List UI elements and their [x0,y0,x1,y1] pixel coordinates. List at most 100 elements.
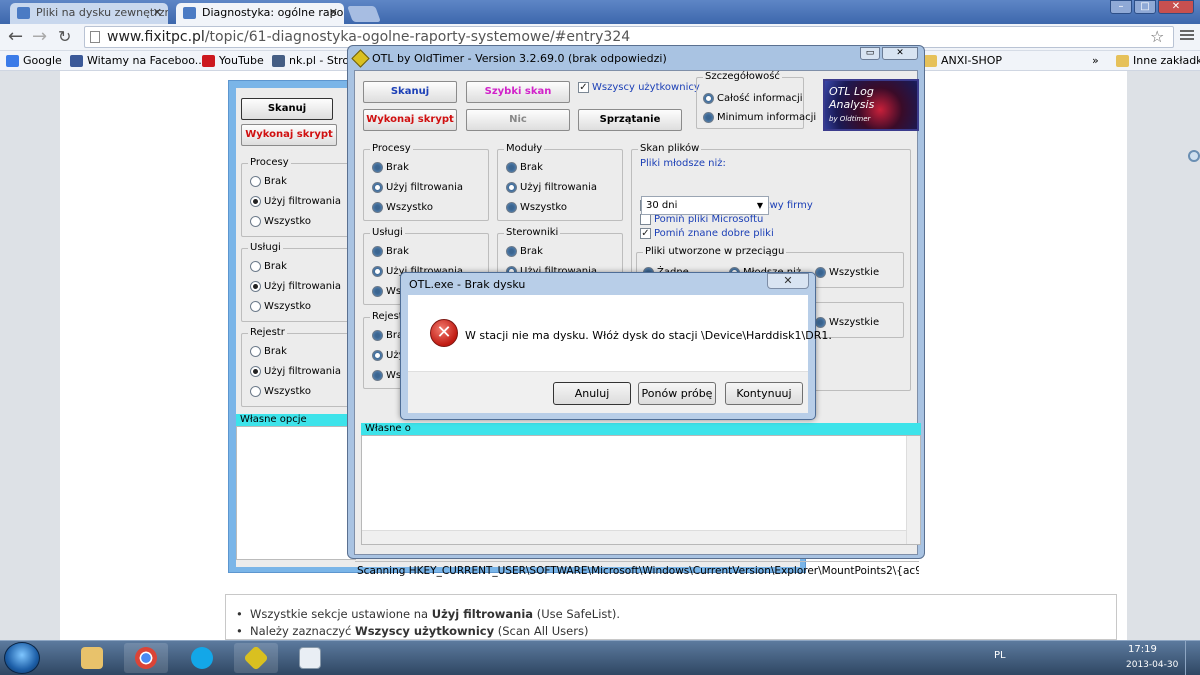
custom-scan-area[interactable] [236,426,356,560]
group-legend: Moduły [504,143,545,155]
radio-option[interactable]: Użyj filtrowania [250,366,341,378]
clock-date[interactable]: 2013-04-30 [1126,660,1178,670]
none-button[interactable]: Nic [466,109,570,131]
otl-log-analysis-logo[interactable]: OTL Log Analysis by Oldtimer [823,79,919,131]
forward-arrow-icon[interactable]: → [32,27,47,47]
close-icon[interactable]: ✕ [767,273,809,289]
group-legend: Usługi [370,227,405,239]
skip-good-files-checkbox[interactable]: ✓ Pomiń znane dobre pliki [640,228,774,240]
explorer-taskbar-icon[interactable] [70,643,114,673]
tab-label: Pliki na dysku zewnętrzny [36,6,168,19]
back-arrow-icon[interactable]: ← [8,27,23,47]
radio-icon [250,176,261,187]
radio-full-info[interactable]: Całość informacji [703,93,803,105]
custom-options-textarea[interactable] [361,435,921,545]
select-value: 30 dni [646,200,678,211]
close-icon[interactable]: ✕ [1158,0,1194,14]
run-script-button[interactable]: Wykonaj skrypt [363,109,457,131]
scroll-marker-icon [1188,150,1200,162]
radio-icon [372,182,383,193]
radio-option[interactable]: Brak [250,261,287,273]
radio-option[interactable]: Brak [506,162,543,174]
note-bold: Użyj filtrowania [431,607,534,621]
radio-option[interactable]: Brak [250,346,287,358]
chrome-taskbar-icon[interactable] [124,643,168,673]
show-desktop-button[interactable] [1185,640,1200,675]
run-script-button[interactable]: Wykonaj skrypt [241,124,337,146]
list-item: Należy zaznaczyć Wszyscy użytkownicy (Sc… [236,624,589,638]
note-text: (Scan All Users) [494,624,589,638]
radio-option[interactable]: Brak [372,246,409,258]
scan-button[interactable]: Skanuj [363,81,457,103]
radio-option[interactable]: Brak [250,176,287,188]
skip-microsoft-checkbox[interactable]: Pomiń pliki Microsoftu [640,214,763,226]
radio-option[interactable]: Wszystkie [815,317,879,329]
otl-taskbar-icon[interactable] [234,643,278,673]
checkbox-checked-icon: ✓ [640,228,651,239]
tab-diagnostyka[interactable]: Diagnostyka: ogólne rapo ✕ [176,3,344,24]
bookmark-star-icon[interactable]: ☆ [1150,27,1164,46]
tab-close-icon[interactable]: ✕ [329,3,338,22]
menu-icon[interactable] [1180,28,1194,42]
radio-option[interactable]: Wszystko [506,202,567,214]
bookmark-youtube[interactable]: YouTube [202,54,264,68]
clock-time[interactable]: 17:19 [1128,644,1157,655]
radio-option[interactable]: Użyj filtrowania [506,182,597,194]
cleanup-button[interactable]: Sprzątanie [578,109,682,131]
continue-button[interactable]: Kontynuuj [725,382,803,405]
bookmark-google[interactable]: Google [6,54,62,68]
bookmark-anxi-shop[interactable]: ANXI-SHOP [924,54,1002,68]
vertical-scrollbar[interactable] [906,436,920,544]
start-button[interactable] [4,642,40,674]
bookmark-label: ANXI-SHOP [941,54,1003,67]
radio-label: Brak [264,176,287,187]
radio-label: Użyj filtrowania [264,366,342,377]
radio-label: Brak [264,261,287,272]
window-taskbar-icon[interactable] [288,643,332,673]
quick-scan-button[interactable]: Szybki skan [466,81,570,103]
logo-subtitle: by Oldtimer [829,115,871,123]
site-favicon-icon [183,7,196,19]
tab-close-icon[interactable]: ✕ [153,3,162,22]
retry-button[interactable]: Ponów próbę [638,382,716,405]
radio-option[interactable]: Wszystkie [815,267,879,279]
reload-icon[interactable]: ↻ [58,27,71,47]
url-host: www.fixitpc.pl [107,29,205,45]
more-bookmarks-button[interactable]: » [1092,54,1099,68]
restore-icon[interactable]: ▭ [860,47,880,60]
radio-option[interactable]: Użyj filtrowania [250,281,341,293]
radio-option[interactable]: Użyj filtrowania [372,182,463,194]
tab-pliki[interactable]: Pliki na dysku zewnętrzny ✕ [10,3,168,24]
bookmark-label: Witamy na Faceboo... [87,54,206,67]
radio-min-info[interactable]: Minimum informacji [703,112,816,124]
note-text: (Use SafeList). [533,607,621,621]
radio-icon [372,286,383,297]
new-tab-button[interactable] [347,6,381,22]
radio-option[interactable]: Brak [372,162,409,174]
radio-option[interactable]: Wszystko [250,301,311,313]
radio-icon [372,266,383,277]
all-users-checkbox[interactable]: ✓ Wszyscy użytkownicy [578,82,700,94]
maximize-icon[interactable]: □ [1134,0,1156,14]
horizontal-scrollbar[interactable] [362,530,906,544]
minimize-icon[interactable]: – [1110,0,1132,14]
close-icon[interactable]: ✕ [882,47,918,60]
cancel-button[interactable]: Anuluj [553,382,631,405]
radio-option[interactable]: Wszystko [250,386,311,398]
skype-taskbar-icon[interactable] [180,643,224,673]
radio-label: Użyj filtrowania [264,196,342,207]
scan-button[interactable]: Skanuj [241,98,333,120]
bookmark-facebook[interactable]: Witamy na Faceboo... [70,54,205,68]
radio-option[interactable]: Użyj filtrowania [250,196,341,208]
instructions-list: Wszystkie sekcje ustawione na Użyj filtr… [225,594,1117,640]
radio-icon [815,317,826,328]
system-tray: PL 17:19 2013-04-30 [980,640,1200,675]
bookmark-other[interactable]: Inne zakładki [1116,54,1200,68]
radio-option[interactable]: Wszystko [250,216,311,228]
bookmark-nk[interactable]: nk.pl - Stron [272,54,356,68]
radio-option[interactable]: Brak [506,246,543,258]
language-indicator[interactable]: PL [994,650,1006,661]
file-age-select[interactable]: 30 dni ▼ [641,196,769,215]
group-legend: Procesy [370,143,413,155]
radio-option[interactable]: Wszystko [372,202,433,214]
